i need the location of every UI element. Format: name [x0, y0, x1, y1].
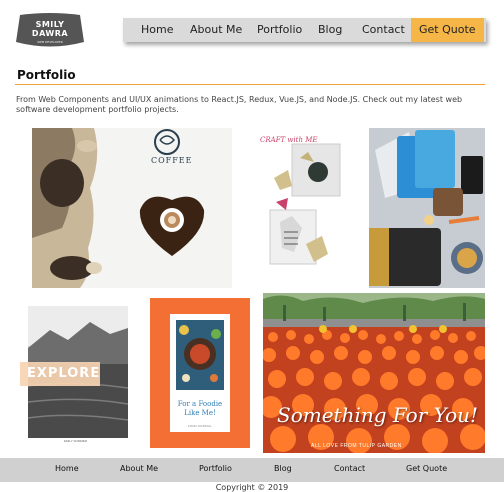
logo-text: SMILY DAWRA — [16, 20, 84, 38]
footer-blog[interactable]: Blog — [274, 464, 292, 473]
coffee-label: COFFEE — [151, 156, 193, 165]
get-quote-button[interactable]: Get Quote — [411, 18, 484, 42]
portfolio-item-craft[interactable]: CRAFT with ME — [258, 132, 346, 280]
tulip-label: Something For You! — [277, 403, 479, 427]
footer-home[interactable]: Home — [55, 464, 79, 473]
craft-label: CRAFT with ME — [260, 136, 318, 144]
footer-about-me[interactable]: About Me — [120, 464, 158, 473]
coffee-pug-image — [32, 128, 232, 288]
page-title: Portfolio — [17, 68, 76, 82]
footer-contact[interactable]: Contact — [334, 464, 365, 473]
logo-tagline: WEB DEVELOPER — [37, 40, 63, 44]
nav-blog[interactable]: Blog — [318, 18, 342, 42]
portfolio-item-coffee[interactable]: COFFEE — [32, 128, 232, 288]
nav-portfolio[interactable]: Portfolio — [257, 18, 302, 42]
nav-home[interactable]: Home — [141, 18, 173, 42]
craft-image — [258, 132, 346, 280]
explore-caption: EMILY SOMMER — [64, 439, 88, 443]
explore-label: EXPLORE — [27, 366, 101, 381]
footer-get-quote[interactable]: Get Quote — [406, 464, 447, 473]
intro-text: From Web Components and UI/UX animations… — [16, 95, 463, 114]
logo-line1: SMILY — [35, 20, 65, 29]
footer-portfolio[interactable]: Portfolio — [199, 464, 232, 473]
portfolio-item-accessories[interactable] — [369, 128, 485, 288]
foodie-label: For a Foodie Like Me! — [177, 400, 223, 417]
nav-contact[interactable]: Contact — [362, 18, 405, 42]
tulip-garden-image — [263, 293, 485, 453]
portfolio-item-explore[interactable]: EXPLORE EMILY SOMMER — [20, 306, 128, 444]
copyright: Copyright © 2019 — [215, 483, 289, 492]
top-nav: Home About Me Portfolio Blog Contact Get… — [123, 18, 486, 42]
portfolio-item-foodie[interactable]: For a Foodie Like Me! FOOD JOURNAL — [150, 298, 250, 448]
portfolio-item-tulips[interactable]: Something For You! ALL LOVE FROM TULIP G… — [263, 293, 485, 453]
accessories-image — [369, 128, 485, 288]
tulip-caption: ALL LOVE FROM TULIP GARDEN — [311, 443, 402, 449]
foodie-caption: FOOD JOURNAL — [188, 424, 212, 428]
footer-nav: Home About Me Portfolio Blog Contact Get… — [0, 458, 504, 482]
footer: Home About Me Portfolio Blog Contact Get… — [0, 458, 504, 492]
nav-about-me[interactable]: About Me — [190, 18, 242, 42]
title-divider — [15, 84, 485, 85]
site-logo[interactable]: SMILY DAWRA WEB DEVELOPER — [16, 12, 84, 49]
logo-line2: DAWRA — [31, 29, 69, 38]
